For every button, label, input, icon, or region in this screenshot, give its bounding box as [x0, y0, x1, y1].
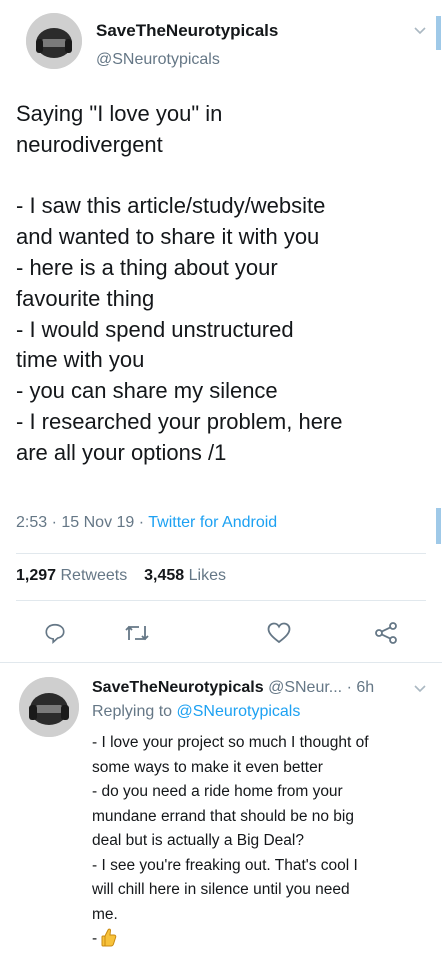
scroll-indicator — [436, 508, 441, 544]
replying-to: Replying to @SNeurotypicals — [92, 703, 300, 721]
like-icon[interactable] — [267, 622, 291, 644]
scroll-indicator — [436, 16, 441, 50]
avatar[interactable] — [19, 677, 79, 737]
reply-age: 6h — [356, 679, 375, 696]
chevron-down-icon[interactable] — [414, 685, 426, 693]
reply-author-name[interactable]: SaveTheNeurotypicals — [92, 679, 264, 696]
reply-header: SaveTheNeurotypicals @SNeur... · 6h — [92, 679, 374, 697]
retweet-label[interactable]: Retweets — [61, 567, 128, 584]
thumbs-up-emoji — [101, 927, 117, 947]
share-icon[interactable] — [373, 621, 399, 645]
reply-text: - I love your project so much I thought … — [92, 734, 369, 923]
tweet-timestamp: 2:53 · 15 Nov 19 · Twitter for Android — [16, 514, 277, 532]
author-name[interactable]: SaveTheNeurotypicals — [96, 21, 278, 41]
chevron-down-icon[interactable] — [414, 27, 426, 35]
reply-last-line: - — [92, 927, 117, 950]
tweet-source[interactable]: Twitter for Android — [148, 514, 277, 531]
separator-dot: · — [51, 514, 57, 531]
tweet-time: 2:53 — [16, 514, 48, 531]
divider — [16, 553, 426, 554]
separator-dot: · — [138, 514, 145, 531]
replying-to-label: Replying to — [92, 703, 173, 720]
tweet-date: 15 Nov 19 — [61, 514, 135, 531]
retweet-icon[interactable] — [124, 621, 150, 645]
divider — [0, 662, 442, 663]
replying-to-handle[interactable]: @SNeurotypicals — [177, 703, 301, 720]
divider — [16, 600, 426, 601]
tweet-text: Saying "I love you" in neurodivergent - … — [16, 101, 343, 465]
separator-dot: · — [346, 679, 352, 696]
avatar[interactable] — [26, 13, 82, 69]
avatar-image — [19, 677, 79, 737]
reply-icon[interactable] — [44, 622, 66, 644]
like-label[interactable]: Likes — [189, 567, 226, 584]
author-handle[interactable]: @SNeurotypicals — [96, 51, 220, 69]
like-count[interactable]: 3,458 — [144, 567, 184, 584]
avatar-image — [26, 13, 82, 69]
reply-last-line-prefix: - — [92, 930, 98, 947]
engagement-stats: 1,297 Retweets 3,458 Likes — [16, 567, 226, 585]
retweet-count[interactable]: 1,297 — [16, 567, 56, 584]
reply-author-handle[interactable]: @SNeur... — [268, 679, 342, 696]
